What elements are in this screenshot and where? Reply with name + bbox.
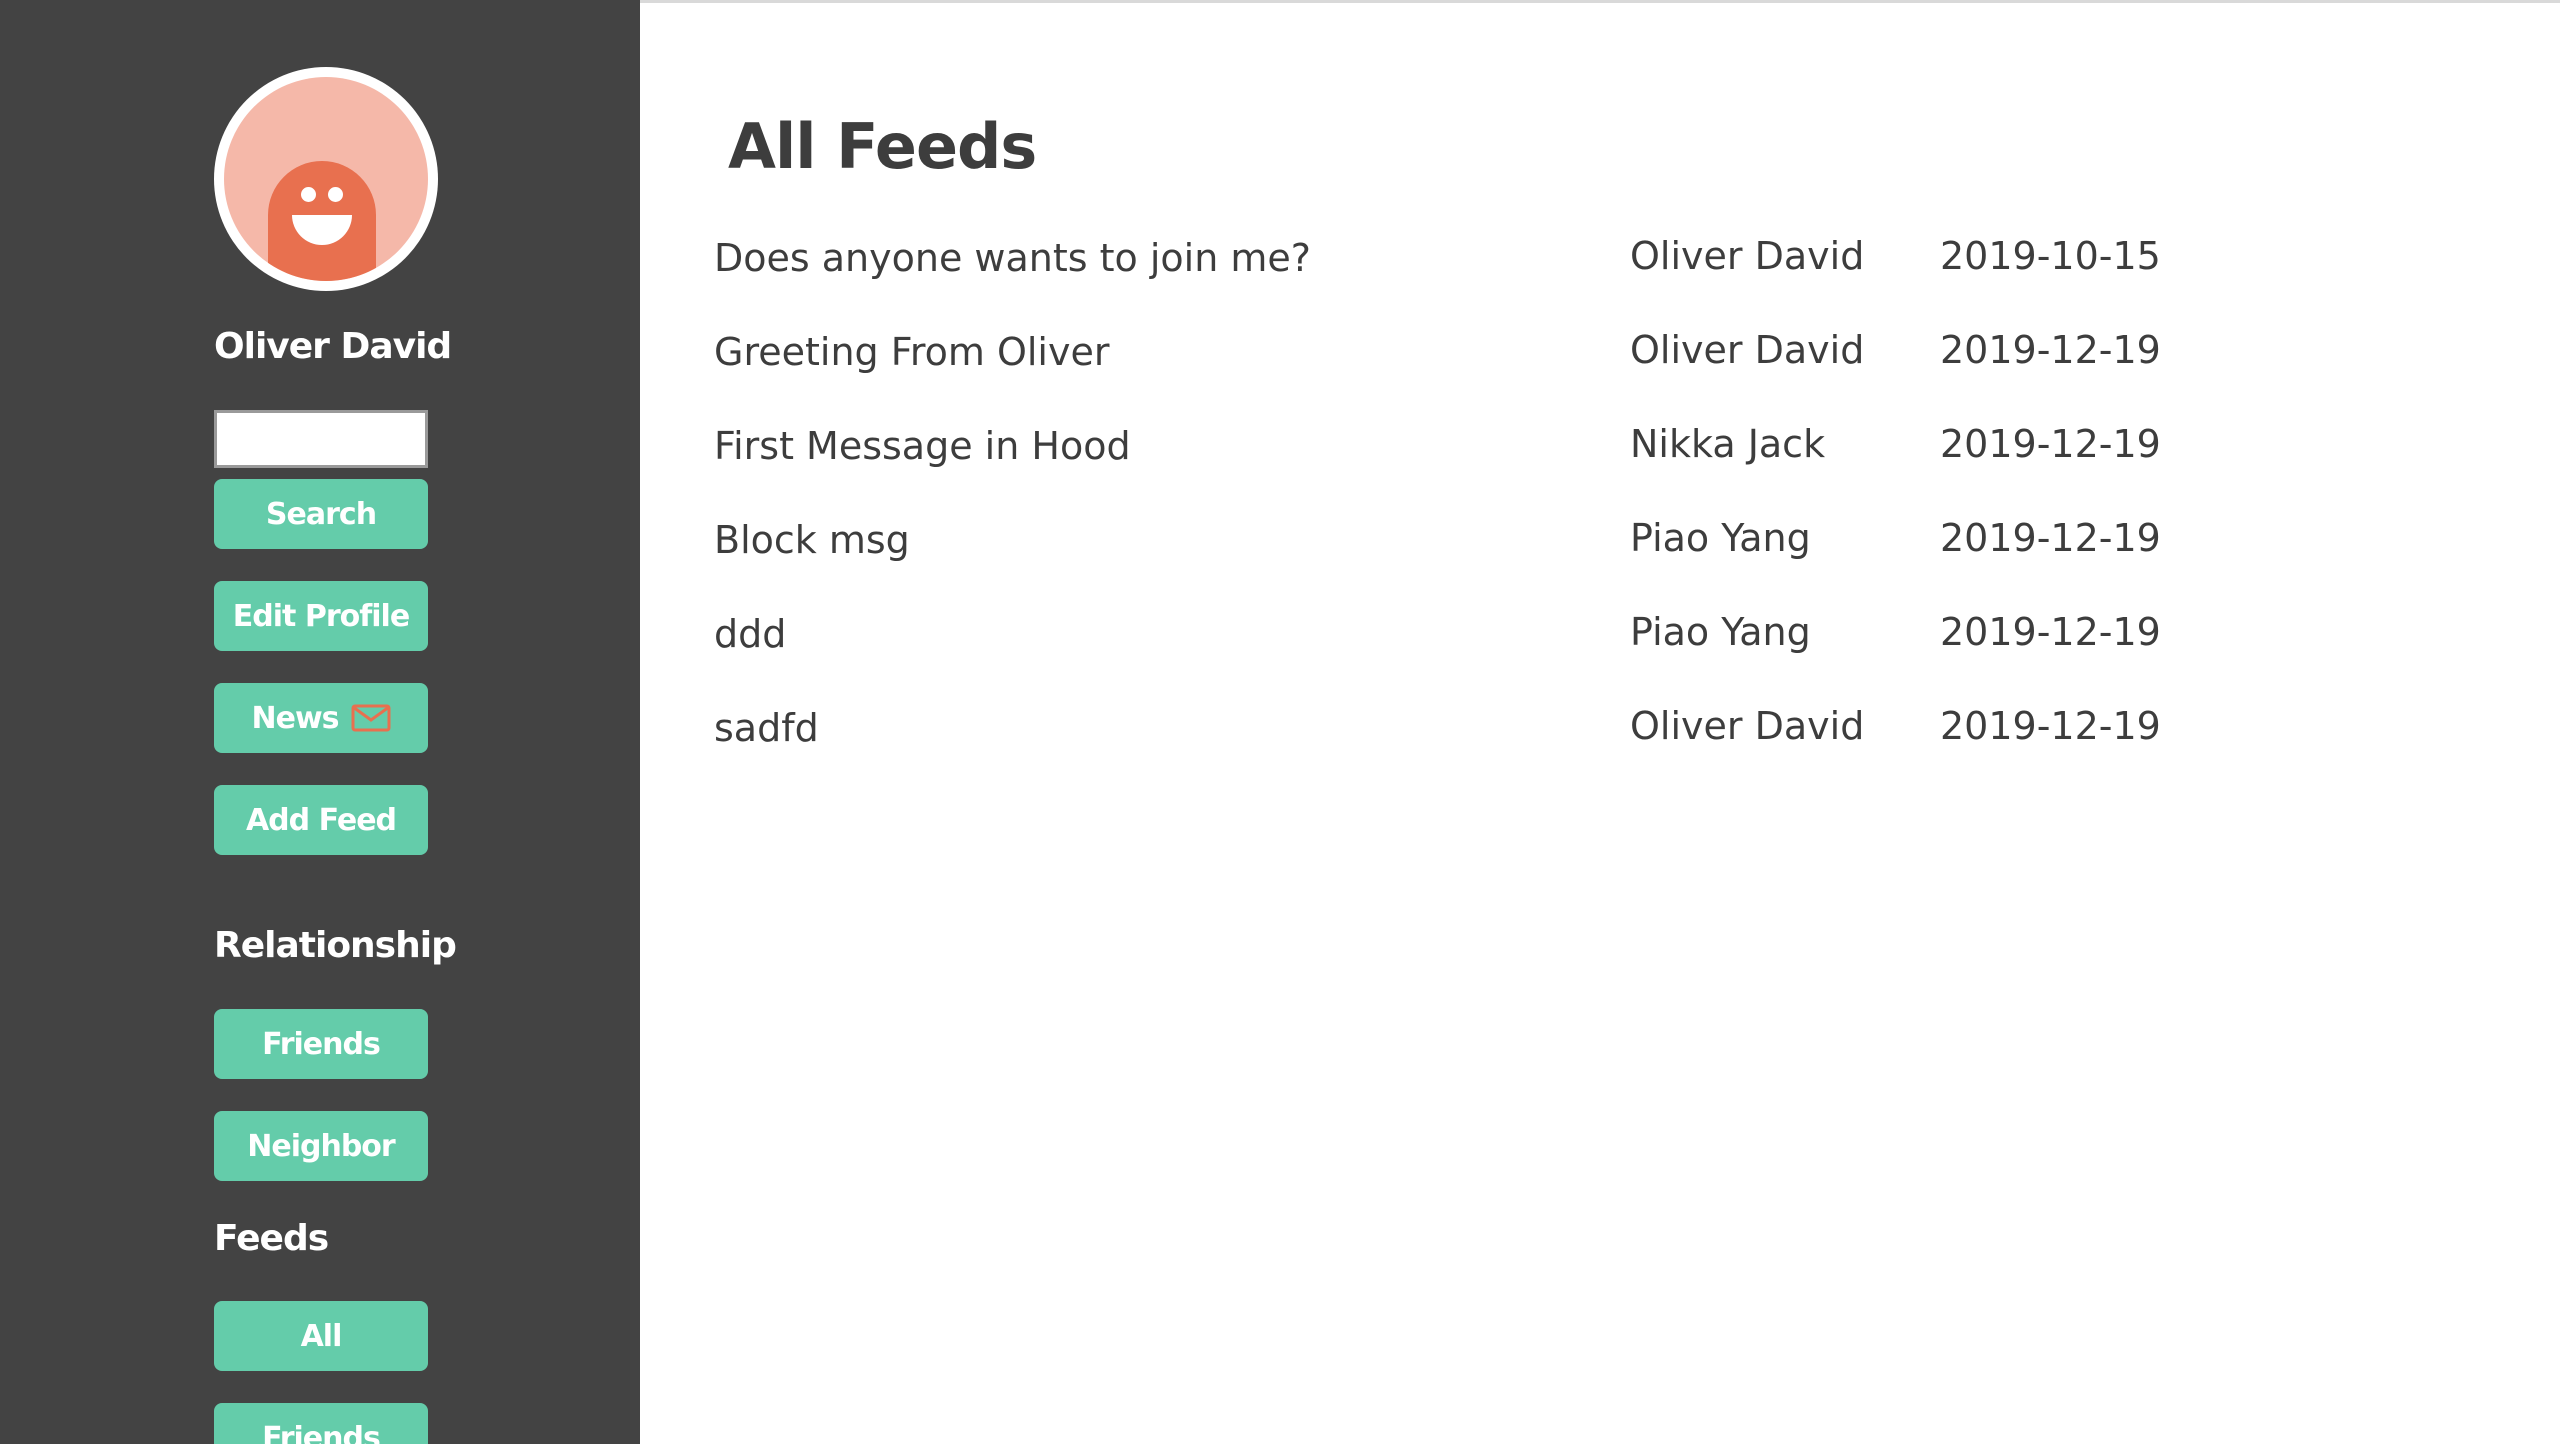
ghost-eye-right [328, 187, 343, 202]
feed-row[interactable]: First Message in Hood Nikka Jack 2019-12… [0, 422, 2560, 484]
feed-author: Oliver David [1630, 328, 1865, 372]
ghost-eye-left [301, 187, 316, 202]
feed-title[interactable]: Greeting From Oliver [714, 330, 1109, 374]
relationship-friends-label: Friends [262, 1026, 381, 1062]
feed-date: 2019-10-15 [1940, 234, 2161, 278]
relationship-heading: Relationship [214, 925, 457, 966]
feeds-all-button[interactable]: All [214, 1301, 428, 1371]
feeds-friends-button[interactable]: Friends [214, 1403, 428, 1444]
feed-author: Oliver David [1630, 704, 1865, 748]
feed-date: 2019-12-19 [1940, 328, 2161, 372]
add-feed-button[interactable]: Add Feed [214, 785, 428, 855]
feed-author: Oliver David [1630, 234, 1865, 278]
feed-title[interactable]: Block msg [714, 518, 910, 562]
feed-row[interactable]: Block msg Piao Yang 2019-12-19 [0, 516, 2560, 578]
feed-row[interactable]: Greeting From Oliver Oliver David 2019-1… [0, 328, 2560, 390]
feed-title[interactable]: First Message in Hood [714, 424, 1131, 468]
feed-author: Piao Yang [1630, 610, 1811, 654]
feed-date: 2019-12-19 [1940, 516, 2161, 560]
relationship-friends-button[interactable]: Friends [214, 1009, 428, 1079]
relationship-neighbor-label: Neighbor [247, 1128, 395, 1164]
feed-author: Piao Yang [1630, 516, 1811, 560]
add-feed-button-label: Add Feed [245, 802, 397, 838]
feeds-friends-label: Friends [262, 1420, 381, 1444]
feed-title[interactable]: ddd [714, 612, 786, 656]
feeds-heading: Feeds [214, 1218, 329, 1259]
feed-author: Nikka Jack [1630, 422, 1826, 466]
feed-title[interactable]: Does anyone wants to join me? [714, 236, 1311, 280]
relationship-neighbor-button[interactable]: Neighbor [214, 1111, 428, 1181]
feed-row[interactable]: ddd Piao Yang 2019-12-19 [0, 610, 2560, 672]
feeds-all-label: All [300, 1318, 343, 1354]
feed-row[interactable]: Does anyone wants to join me? Oliver Dav… [0, 234, 2560, 296]
feed-row[interactable]: sadfd Oliver David 2019-12-19 [0, 704, 2560, 766]
feed-date: 2019-12-19 [1940, 610, 2161, 654]
feed-date: 2019-12-19 [1940, 704, 2161, 748]
feed-date: 2019-12-19 [1940, 422, 2161, 466]
feed-title[interactable]: sadfd [714, 706, 819, 750]
page-title: All Feeds [728, 110, 1037, 183]
